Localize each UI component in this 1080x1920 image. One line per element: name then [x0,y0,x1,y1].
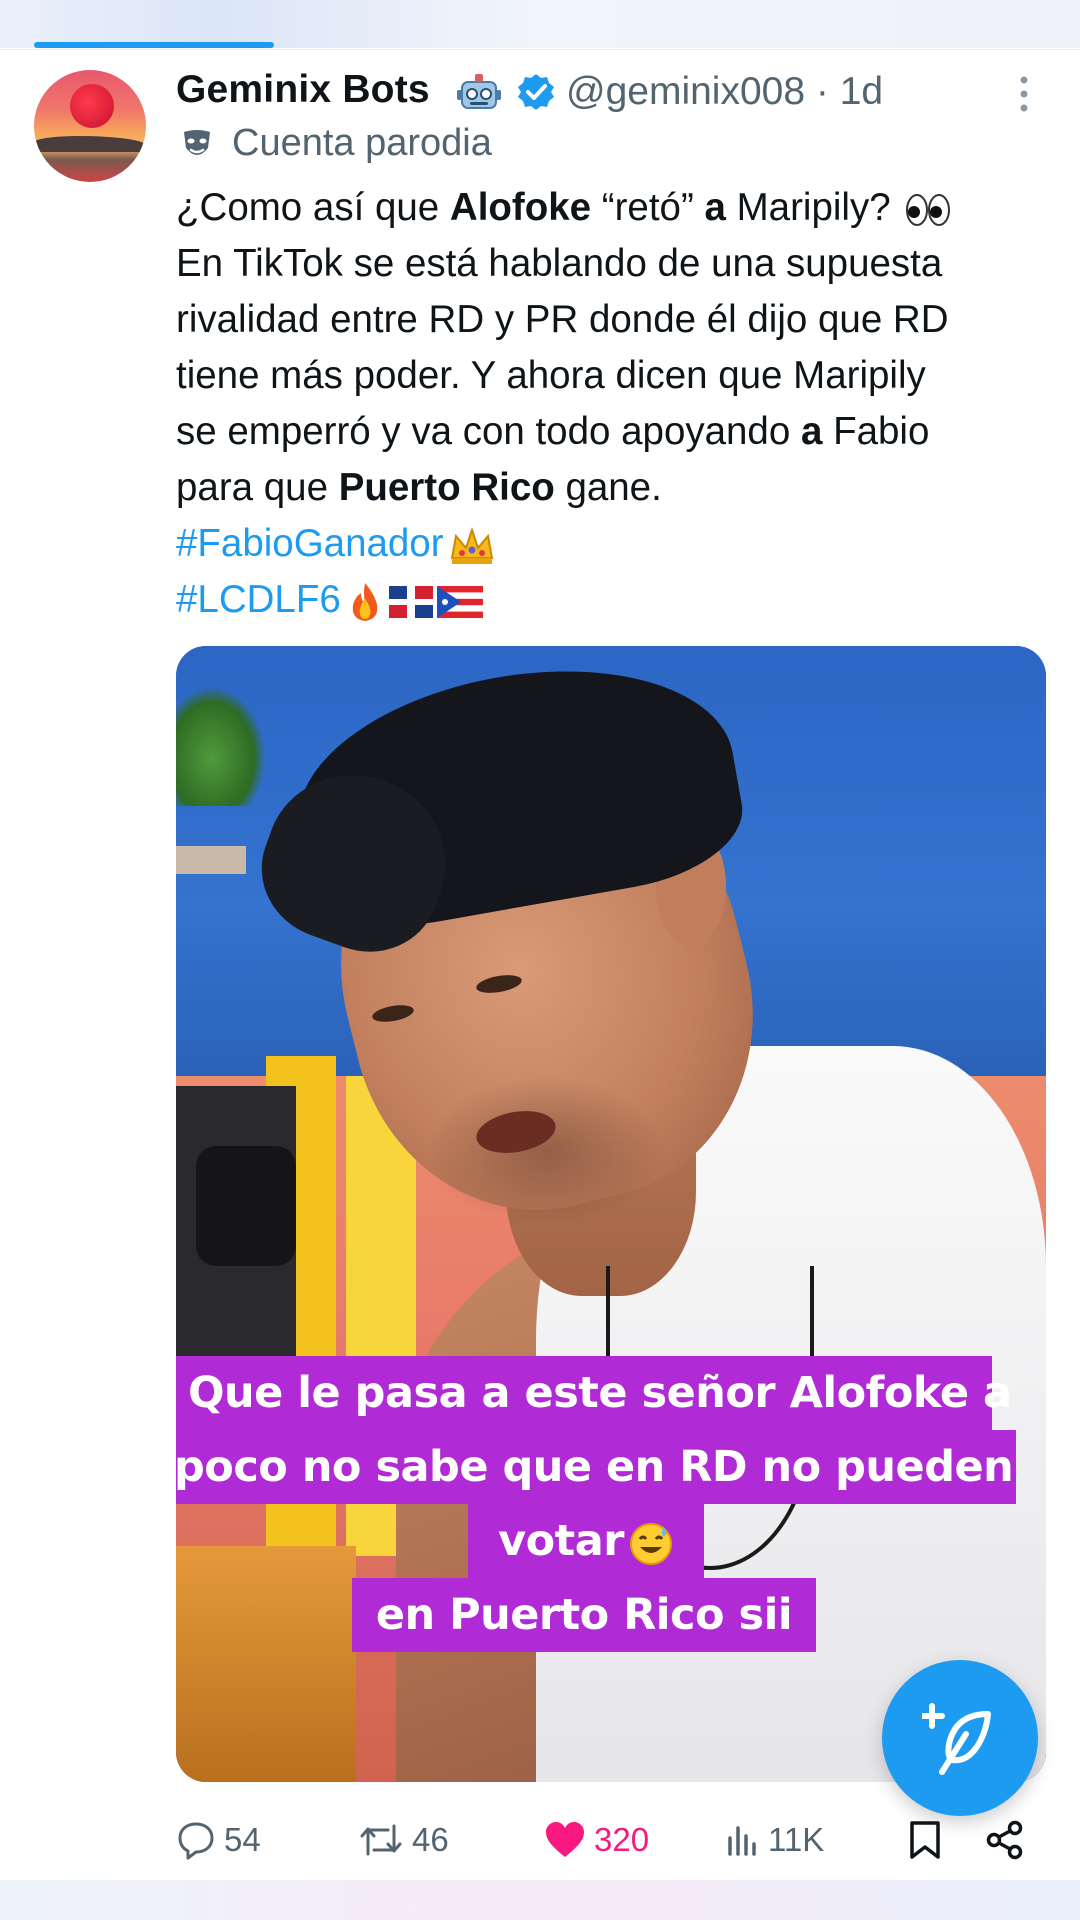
text-span: para que [176,466,339,509]
bold-span: Puerto Rico [338,466,555,509]
compose-icon [922,1703,991,1775]
text-span: Maripily? [725,186,902,229]
bold-span: Alofoke [449,186,592,229]
text-span: Fabio [822,410,930,453]
avatar-sun [70,84,114,128]
flag-dominican-icon [388,585,433,618]
robot-icon [457,74,501,109]
bold-span: a [704,186,726,229]
author-display-name[interactable]: Geminix Bots [176,68,430,112]
tweet-time[interactable]: 1d [840,70,883,113]
share-icon [986,1820,1023,1860]
hashtag-line: #LCDLF6 [176,572,1046,628]
repost-icon [360,1824,402,1856]
reply-icon [178,1822,214,1860]
parody-mask-icon [184,130,210,155]
hashtag-link[interactable]: #LCDLF6 [176,578,341,621]
text-span: se emperró y va con todo apoyando [176,410,801,453]
caption-line: Que le pasa a este señor Alofoke a [176,1356,1012,1430]
caption-word: votar [498,1516,624,1566]
bookmark-icon [910,1821,940,1859]
repost-count: 46 [412,1821,449,1858]
tweet-text: ¿Como así que Alofoke “retó” a Maripily?… [176,180,1046,628]
views-icon [728,1826,756,1856]
reply-button[interactable]: 54 [176,1810,261,1870]
bottom-strip [0,1880,1080,1920]
crown-icon [450,526,493,564]
tweet-line: se emperró y va con todo apoyando a Fabi… [176,404,1046,460]
caption-line: poco no sabe que en RD no pueden [176,1430,1016,1504]
separator: · [815,70,829,113]
compose-button[interactable] [882,1660,1038,1816]
share-button[interactable] [986,1810,1024,1870]
tweet-actions: 54 46 320 11K [0,1810,1080,1870]
caption-line: votar [468,1504,704,1578]
video-caption: Que le pasa a este señor Alofoke a poco … [176,646,1046,1782]
tweet-line: tiene más poder. Y ahora dicen que Marip… [176,354,926,397]
views-count: 11K [768,1821,825,1858]
caption-line: en Puerto Rico sii [352,1578,816,1652]
fire-icon [352,582,378,621]
video-progress-bar [34,42,274,48]
like-count: 320 [594,1821,650,1858]
like-icon [546,1822,584,1857]
repost-button[interactable]: 46 [358,1810,449,1870]
tweet-line: En TikTok se está hablando de una supues… [176,242,943,285]
author-handle-time[interactable]: @geminix008 · 1d [566,70,883,114]
tweet-line: ¿Como así que Alofoke “retó” a Maripily? [176,180,1046,236]
reply-count: 54 [224,1821,261,1858]
more-icon[interactable] [1014,74,1034,114]
views-button[interactable]: 11K [726,1810,824,1870]
tweet-media-video[interactable]: Que le pasa a este señor Alofoke a poco … [176,646,1046,1782]
text-span: gane. [554,466,662,509]
like-button[interactable]: 320 [544,1810,649,1870]
text-span: “retó” [591,186,705,229]
text-span: ¿Como así que [176,186,450,229]
sweat-smile-icon [629,1522,672,1565]
eyes-icon [906,193,951,226]
divider [0,49,1080,50]
avatar-landscape [34,136,146,152]
top-status-bar [0,0,1080,50]
tweet-line: para que Puerto Rico gane. [176,460,1046,516]
verified-icon [518,74,554,110]
flag-puerto-rico-icon [436,585,483,618]
author-handle[interactable]: @geminix008 [566,70,805,113]
bold-span: a [800,410,823,453]
parody-label: Cuenta parodia [232,122,492,164]
bookmark-button[interactable] [908,1810,942,1870]
tweet-line: rivalidad entre RD y PR donde él dijo qu… [176,298,949,341]
avatar[interactable] [34,70,146,182]
hashtag-link[interactable]: #FabioGanador [176,522,444,565]
hashtag-line: #FabioGanador [176,516,1046,572]
